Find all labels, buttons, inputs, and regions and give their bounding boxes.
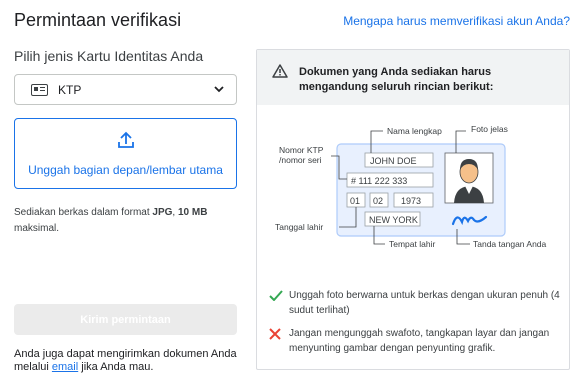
email-link[interactable]: email <box>52 361 78 373</box>
card-number-value: # 111 222 333 <box>351 176 407 186</box>
id-card-icon <box>31 83 48 96</box>
requirement-bad-text: Jangan mengunggah swafoto, tangkapan lay… <box>289 328 550 354</box>
card-place-value: NEW YORK <box>369 215 418 225</box>
check-icon <box>269 290 283 301</box>
card-month-value: 02 <box>373 196 383 206</box>
warning-icon <box>272 64 288 78</box>
chevron-down-icon <box>214 86 224 93</box>
upload-icon <box>118 131 134 148</box>
card-day-value: 01 <box>350 196 360 206</box>
card-photo <box>444 152 494 204</box>
upload-front-button[interactable]: Unggah bagian depan/lembar utama <box>14 118 237 189</box>
why-verify-link[interactable]: Mengapa harus memverifikasi akun Anda? <box>343 14 570 28</box>
requirement-bad: Jangan mengunggah swafoto, tangkapan lay… <box>269 326 564 356</box>
callout-photo: Foto jelas <box>471 124 508 134</box>
upload-label: Unggah bagian depan/lembar utama <box>28 163 223 177</box>
cross-icon <box>269 328 281 340</box>
requirements-header: Dokumen yang Anda sediakan harus mengand… <box>257 50 569 105</box>
callout-signature: Tanda tangan Anda <box>473 239 547 249</box>
id-type-select[interactable]: KTP <box>14 74 237 105</box>
callout-birth-date: Tanggal lahir <box>275 222 323 232</box>
requirement-ok: Unggah foto berwarna untuk berkas dengan… <box>269 288 564 318</box>
submit-request-button[interactable]: Kirim permintaan <box>14 304 237 335</box>
callout-id-number-line1: Nomor KTP <box>279 145 324 155</box>
requirements-panel: Dokumen yang Anda sediakan harus mengand… <box>256 49 570 370</box>
callout-birth-place: Tempat lahir <box>389 239 435 249</box>
file-format-hint: Sediakan berkas dalam format JPG, 10 MB … <box>14 207 208 234</box>
id-type-label: Pilih jenis Kartu Identitas Anda <box>14 48 204 64</box>
page-title: Permintaan verifikasi <box>14 10 182 30</box>
card-name-value: JOHN DOE <box>370 156 417 166</box>
email-alternative-text: Anda juga dapat mengirimkan dokumen Anda… <box>14 348 237 373</box>
id-card-illustration: JOHN DOE # 111 222 333 01 02 1973 NEW YO… <box>275 124 547 249</box>
callout-id-number-line2: /nomor seri <box>279 155 322 165</box>
requirement-ok-text: Unggah foto berwarna untuk berkas dengan… <box>289 290 560 316</box>
card-year-value: 1973 <box>401 196 421 206</box>
id-type-selected-value: KTP <box>58 82 82 97</box>
callout-full-name: Nama lengkap <box>387 126 442 136</box>
requirements-heading: Dokumen yang Anda sediakan harus mengand… <box>299 66 494 93</box>
